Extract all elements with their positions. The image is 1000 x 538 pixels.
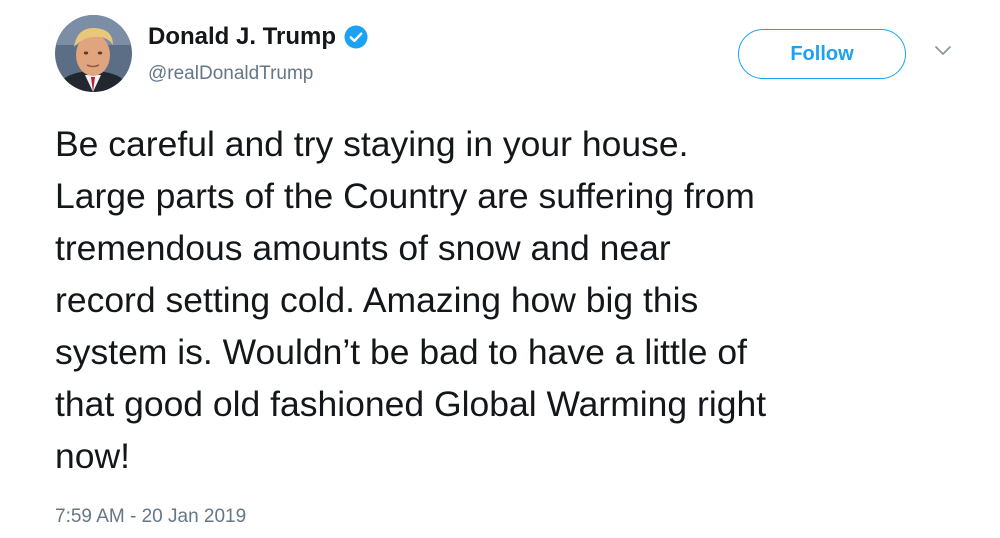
verified-badge-icon bbox=[344, 25, 368, 49]
tweet-timestamp[interactable]: 7:59 AM - 20 Jan 2019 bbox=[55, 506, 246, 528]
avatar[interactable] bbox=[55, 15, 132, 92]
follow-button[interactable]: Follow bbox=[738, 29, 906, 79]
author-display-name[interactable]: Donald J. Trump bbox=[148, 23, 336, 51]
tweet-text: Be careful and try staying in your house… bbox=[55, 118, 985, 482]
avatar-image bbox=[55, 15, 132, 92]
author-handle[interactable]: @realDonaldTrump bbox=[148, 63, 313, 85]
tweet-text-line: record setting cold. Amazing how big thi… bbox=[55, 280, 699, 320]
chevron-down-icon[interactable] bbox=[933, 44, 953, 58]
author-name-row: Donald J. Trump bbox=[148, 20, 368, 54]
tweet-text-line: system is. Wouldn’t be bad to have a lit… bbox=[55, 332, 747, 372]
tweet-text-line: tremendous amounts of snow and near bbox=[55, 228, 671, 268]
tweet-card: Donald J. Trump @realDonaldTrump Follow … bbox=[0, 0, 1000, 538]
tweet-text-line: Large parts of the Country are suffering… bbox=[55, 176, 755, 216]
tweet-text-line: Be careful and try staying in your house… bbox=[55, 124, 689, 164]
tweet-text-line: that good old fashioned Global Warming r… bbox=[55, 384, 767, 424]
tweet-text-line: now! bbox=[55, 436, 130, 476]
